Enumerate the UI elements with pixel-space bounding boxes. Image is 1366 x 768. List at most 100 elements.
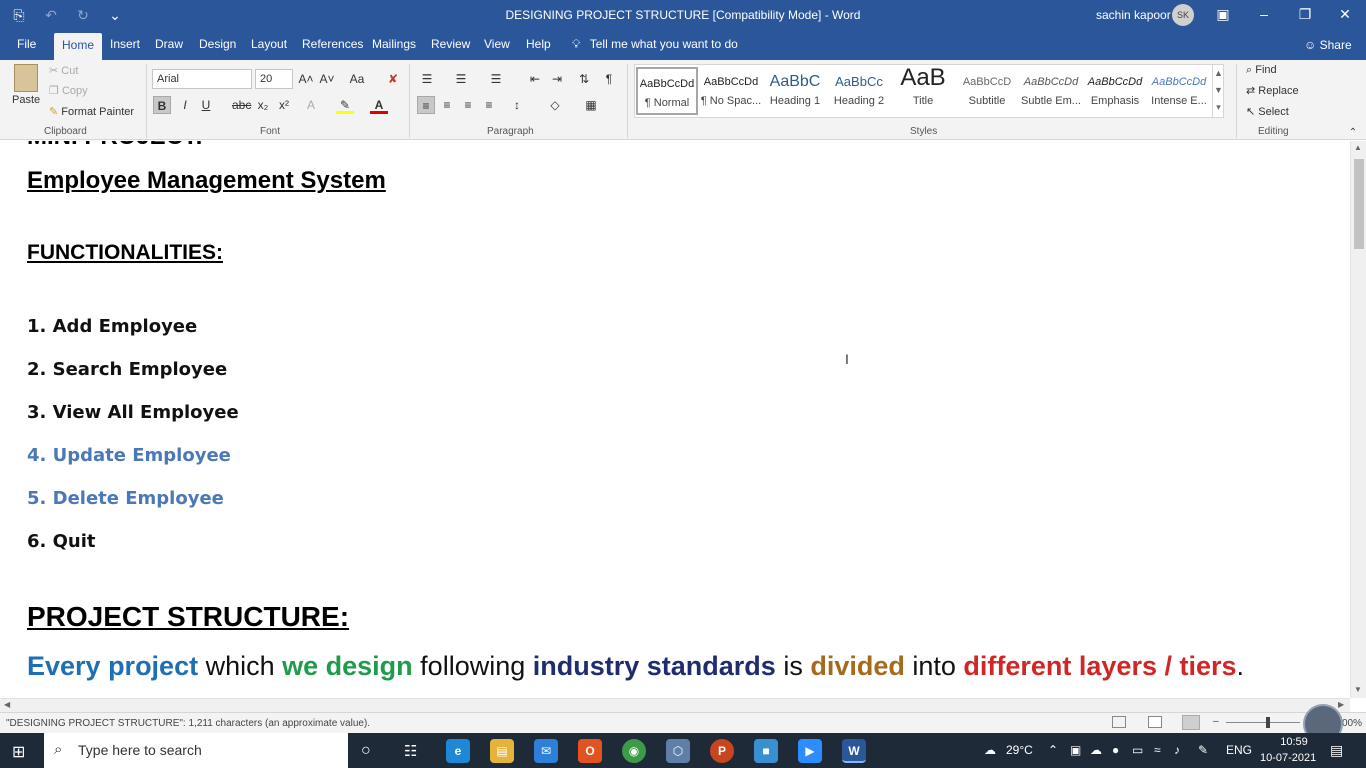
cut-button[interactable]: ✂ Cut — [49, 64, 78, 77]
copy-button[interactable]: ❐ Copy — [49, 84, 88, 97]
device-icon[interactable]: ▣ — [1070, 743, 1081, 757]
zoom-slider[interactable] — [1226, 722, 1300, 723]
zoom-out-icon[interactable]: – — [1213, 716, 1219, 727]
style-emphasis[interactable]: AaBbCcDd Emphasis — [1084, 67, 1146, 115]
decrease-indent-icon[interactable]: ⇤ — [526, 70, 544, 88]
scroll-down-icon[interactable]: ▼ — [1354, 685, 1362, 694]
close-icon[interactable]: ✕ — [1335, 4, 1355, 24]
style-heading-2[interactable]: AaBbCc Heading 2 — [828, 67, 890, 115]
web-layout-icon[interactable] — [1182, 715, 1200, 730]
powerpoint-icon[interactable]: P — [710, 739, 734, 763]
notepad-icon[interactable]: ■ — [754, 739, 778, 763]
tab-mailings[interactable]: Mailings — [372, 37, 416, 51]
task-view-icon[interactable]: ☷ — [404, 742, 417, 760]
subscript-icon[interactable]: x₂ — [254, 96, 272, 114]
highlight-icon[interactable]: ✎ — [336, 96, 354, 114]
taskbar-search[interactable]: ⌕ Type here to search — [44, 733, 348, 768]
edge-icon[interactable]: e — [446, 739, 470, 763]
tell-me-box[interactable]: 💡︎ Tell me what you want to do — [572, 37, 738, 52]
style-normal[interactable]: AaBbCcDd ¶ Normal — [636, 67, 698, 115]
onedrive-icon[interactable]: ☁ — [1090, 743, 1102, 757]
sort-icon[interactable]: ⇅ — [575, 70, 593, 88]
tab-design[interactable]: Design — [199, 37, 236, 51]
collapse-ribbon-icon[interactable]: ⌃ — [1344, 124, 1362, 142]
tab-references[interactable]: References — [302, 37, 363, 51]
replace-button[interactable]: ⇄ Replace — [1246, 84, 1299, 97]
language[interactable]: ENG — [1226, 743, 1252, 757]
style-subtitle[interactable]: AaBbCcD Subtitle — [956, 67, 1018, 115]
font-size-box[interactable]: 20 — [255, 69, 293, 89]
bold-icon[interactable]: B — [153, 96, 171, 114]
read-mode-icon[interactable] — [1112, 716, 1126, 728]
scroll-right-icon[interactable]: ▶ — [1338, 700, 1344, 709]
minimize-icon[interactable]: – — [1254, 4, 1274, 24]
zoom-slider-thumb[interactable] — [1266, 717, 1270, 728]
wifi-icon[interactable]: ≈ — [1154, 743, 1161, 757]
grow-font-icon[interactable]: A˄ — [297, 70, 315, 88]
cortana-icon[interactable]: ○ — [361, 742, 371, 760]
avatar[interactable]: SK — [1172, 4, 1194, 26]
line-spacing-icon[interactable]: ↕ — [508, 96, 526, 114]
italic-icon[interactable]: I — [176, 96, 194, 114]
scroll-thumb[interactable] — [1354, 159, 1364, 249]
notifications-icon[interactable]: ▤ — [1330, 742, 1343, 759]
shading-icon[interactable]: ◇ — [546, 96, 564, 114]
align-center-icon[interactable]: ≡ — [438, 96, 456, 114]
font-name-box[interactable]: Arial — [152, 69, 252, 89]
multilevel-list-icon[interactable]: ☰ — [487, 70, 505, 88]
share-button[interactable]: ☺ Share — [1304, 38, 1352, 52]
font-color-icon[interactable]: A — [370, 96, 388, 114]
user-name[interactable]: sachin kapoor — [1096, 8, 1171, 22]
paste-icon[interactable] — [14, 64, 38, 92]
zoom-level[interactable]: 00% — [1342, 718, 1362, 729]
style-subtle-emphasis[interactable]: AaBbCcDd Subtle Em... — [1020, 67, 1082, 115]
file-explorer-icon[interactable]: ▤ — [490, 739, 514, 763]
styles-scroll[interactable]: ▲ ▼ ▾ — [1212, 65, 1224, 117]
select-button[interactable]: ↖ Select — [1246, 105, 1289, 118]
format-painter-button[interactable]: ✎ Format Painter — [49, 105, 134, 118]
change-case-icon[interactable]: Aa — [345, 70, 369, 88]
align-left-icon[interactable]: ≡ — [417, 96, 435, 114]
underline-icon[interactable]: U — [197, 96, 215, 114]
windows-start-icon[interactable]: ⊞ — [12, 742, 25, 762]
superscript-icon[interactable]: x² — [275, 96, 293, 114]
increase-indent-icon[interactable]: ⇥ — [548, 70, 566, 88]
strikethrough-icon[interactable]: abc — [232, 96, 251, 114]
character-count[interactable]: "DESIGNING PROJECT STRUCTURE": 1,211 cha… — [6, 718, 370, 729]
style-intense-emphasis[interactable]: AaBbCcDd Intense E... — [1148, 67, 1210, 115]
clock-date[interactable]: 10-07-2021 — [1260, 752, 1316, 764]
find-button[interactable]: ⌕ Find — [1246, 64, 1277, 77]
print-layout-icon[interactable] — [1148, 716, 1162, 728]
tab-file[interactable]: File — [17, 37, 36, 51]
vertical-scrollbar[interactable]: ▲ ▼ — [1350, 141, 1366, 698]
style-heading-1[interactable]: AaBbC Heading 1 — [764, 67, 826, 115]
tab-insert[interactable]: Insert — [110, 37, 140, 51]
bullets-icon[interactable]: ☰ — [418, 70, 436, 88]
virtualbox-icon[interactable]: ⬡ — [666, 739, 690, 763]
pen-icon[interactable]: ✎ — [1198, 743, 1208, 757]
tab-draw[interactable]: Draw — [155, 37, 183, 51]
tab-view[interactable]: View — [484, 37, 510, 51]
style-no-spacing[interactable]: AaBbCcDd ¶ No Spac... — [700, 67, 762, 115]
pilcrow-icon[interactable]: ¶ — [600, 70, 618, 88]
justify-icon[interactable]: ≡ — [480, 96, 498, 114]
tab-help[interactable]: Help — [526, 37, 551, 51]
restore-icon[interactable]: ❐ — [1295, 4, 1315, 24]
tab-review[interactable]: Review — [431, 37, 470, 51]
battery-icon[interactable]: ▭ — [1132, 743, 1143, 757]
scroll-left-icon[interactable]: ◀ — [4, 700, 10, 709]
text-effects-icon[interactable]: A — [302, 96, 320, 114]
mail-icon[interactable]: ✉ — [534, 739, 558, 763]
microphone-icon[interactable]: ● — [1112, 743, 1119, 757]
horizontal-scrollbar[interactable]: ◀ ▶ — [0, 698, 1350, 712]
align-right-icon[interactable]: ≡ — [459, 96, 477, 114]
shrink-font-icon[interactable]: A˅ — [318, 70, 336, 88]
tab-home[interactable]: Home — [54, 33, 103, 60]
weather-icon[interactable]: ☁ — [984, 743, 996, 757]
style-title[interactable]: AaB Title — [892, 67, 954, 115]
ribbon-display-options-icon[interactable]: ▣ — [1213, 4, 1233, 24]
paste-button[interactable]: Paste — [12, 94, 40, 106]
zoom-icon[interactable]: ▶ — [798, 739, 822, 763]
clock-time[interactable]: 10:59 — [1274, 736, 1314, 748]
word-icon[interactable]: W — [842, 739, 866, 763]
